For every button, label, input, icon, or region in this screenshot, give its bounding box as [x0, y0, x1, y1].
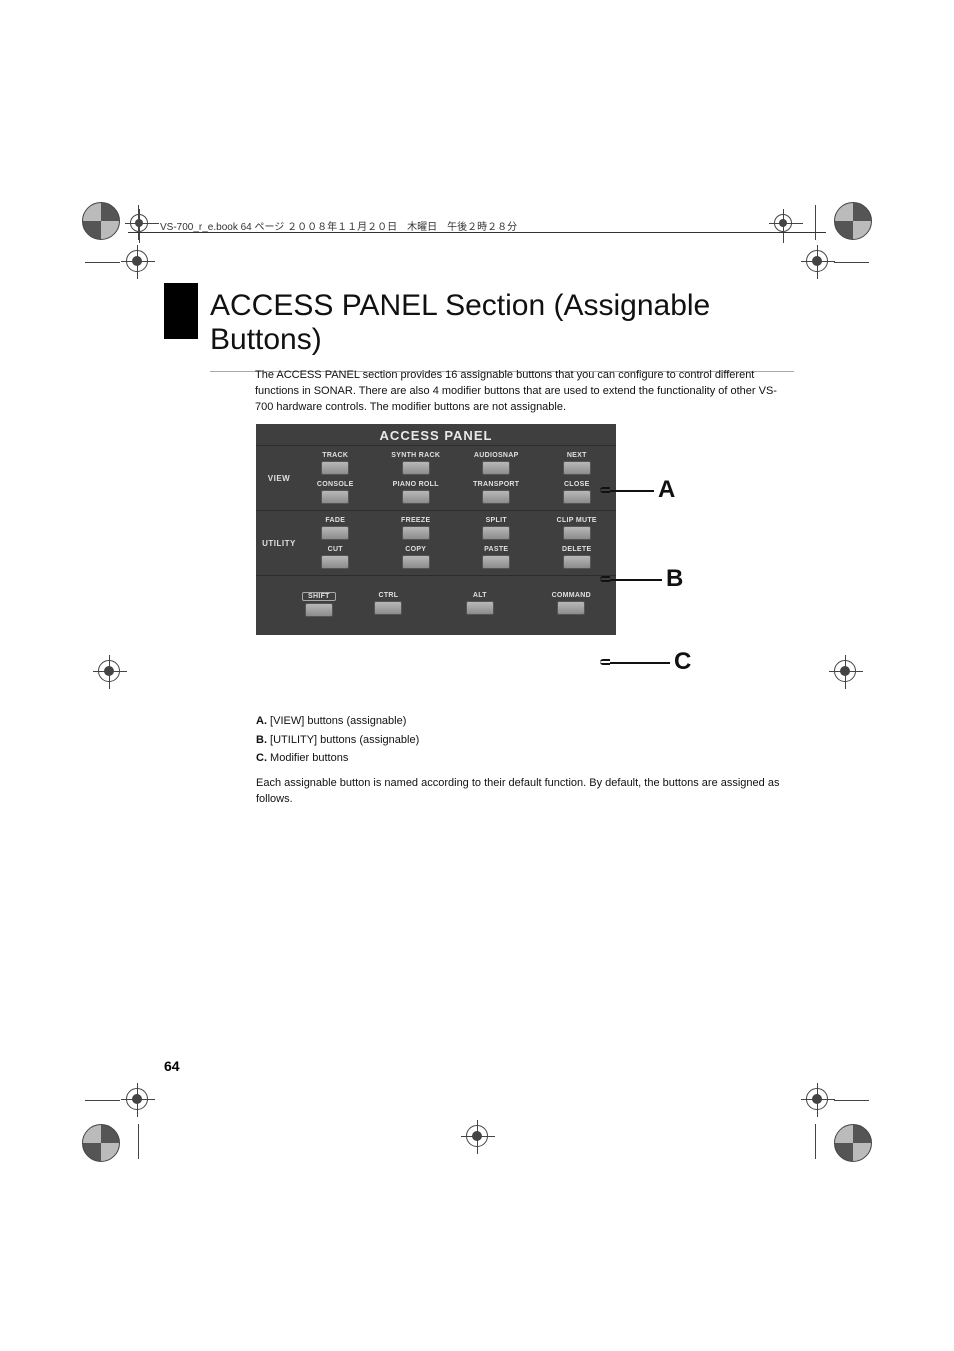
panel-section-view: VIEW TRACK SYNTH RACK AUDIOSNAP NEXT CON…: [256, 446, 616, 511]
btn-label-freeze: FREEZE: [401, 517, 430, 524]
btn-label-paste: PASTE: [484, 546, 508, 553]
intro-paragraph: The ACCESS PANEL section provides 16 ass…: [255, 368, 784, 416]
crop-mark-bl: [82, 1124, 120, 1162]
btn-label-close: CLOSE: [564, 481, 590, 488]
mod-label-ctrl: CTRL: [374, 592, 404, 599]
btn-label-fade: FADE: [325, 517, 345, 524]
callout-arrow-a: [600, 487, 610, 493]
reg-mark-bl2: [126, 1088, 148, 1110]
trim-line: [834, 1100, 869, 1101]
trim-line: [815, 1124, 816, 1159]
section-label-utility: UTILITY: [256, 517, 302, 569]
console-button[interactable]: [321, 490, 349, 504]
fade-button[interactable]: [321, 526, 349, 540]
btn-label-clip-mute: CLIP MUTE: [557, 517, 597, 524]
paste-button[interactable]: [482, 555, 510, 569]
callout-line-a: [610, 490, 654, 492]
reg-mark-tr3: [774, 214, 792, 232]
transport-button[interactable]: [482, 490, 510, 504]
btn-label-split: SPLIT: [486, 517, 507, 524]
close-button[interactable]: [563, 490, 591, 504]
crop-mark-br: [834, 1124, 872, 1162]
reg-mark-tl2: [126, 250, 148, 272]
legend-block: A. [VIEW] buttons (assignable) B. [UTILI…: [256, 712, 784, 768]
btn-label-cut: CUT: [328, 546, 343, 553]
command-button[interactable]: [557, 601, 585, 615]
next-button[interactable]: [563, 461, 591, 475]
btn-label-copy: COPY: [405, 546, 426, 553]
freeze-button[interactable]: [402, 526, 430, 540]
callout-arrow-c: [600, 659, 610, 665]
clip-mute-button[interactable]: [563, 526, 591, 540]
callout-letter-b: B: [666, 565, 683, 593]
split-button[interactable]: [482, 526, 510, 540]
reg-mark-right: [834, 660, 856, 682]
btn-label-synth-rack: SYNTH RACK: [391, 452, 440, 459]
mod-label-command: COMMAND: [547, 592, 596, 599]
page-number: 64: [164, 1058, 180, 1074]
title-row: ACCESS PANEL Section (Assignable Buttons…: [210, 283, 794, 372]
audiosnap-button[interactable]: [482, 461, 510, 475]
synth-rack-button[interactable]: [402, 461, 430, 475]
tail-paragraph: Each assignable button is named accordin…: [256, 776, 784, 808]
reg-mark-header: [130, 214, 148, 232]
btn-label-delete: DELETE: [562, 546, 591, 553]
alt-button[interactable]: [466, 601, 494, 615]
header-rule: [128, 232, 826, 233]
reg-mark-br2: [806, 1088, 828, 1110]
mod-label-alt: ALT: [468, 592, 492, 599]
btn-label-console: CONSOLE: [317, 481, 354, 488]
title-ornament: [164, 283, 198, 339]
delete-button[interactable]: [563, 555, 591, 569]
panel-section-utility: UTILITY FADE FREEZE SPLIT CLIP MUTE CUT …: [256, 511, 616, 576]
btn-label-transport: TRANSPORT: [473, 481, 519, 488]
panel-title: ACCESS PANEL: [256, 424, 616, 446]
callout-letter-a: A: [658, 476, 675, 504]
trim-line: [85, 1100, 120, 1101]
shift-button[interactable]: [305, 603, 333, 617]
file-header-text: VS-700_r_e.book 64 ページ ２００８年１１月２０日 木曜日 午…: [160, 218, 517, 233]
page-title: ACCESS PANEL Section (Assignable Buttons…: [210, 283, 794, 372]
trim-line: [138, 1124, 139, 1159]
piano-roll-button[interactable]: [402, 490, 430, 504]
crop-mark-tr: [834, 202, 872, 240]
callout-line-c: [610, 662, 670, 664]
trim-line: [85, 262, 120, 263]
btn-label-track: TRACK: [322, 452, 348, 459]
callout-line-b: [610, 579, 662, 581]
legend-line-c: C. Modifier buttons: [256, 749, 784, 768]
callout-arrow-b: [600, 576, 610, 582]
section-label-view: VIEW: [256, 452, 302, 504]
reg-mark-top: [466, 1125, 488, 1147]
access-panel-figure: ACCESS PANEL VIEW TRACK SYNTH RACK AUDIO…: [256, 424, 616, 635]
legend-line-b: B. [UTILITY] buttons (assignable): [256, 731, 784, 750]
btn-label-audiosnap: AUDIOSNAP: [474, 452, 519, 459]
trim-line: [834, 262, 869, 263]
cut-button[interactable]: [321, 555, 349, 569]
reg-mark-left: [98, 660, 120, 682]
track-button[interactable]: [321, 461, 349, 475]
trim-line: [815, 205, 816, 240]
callout-letter-c: C: [674, 648, 691, 676]
panel-section-modifiers: SHIFT CTRL ALT COMMAND: [256, 576, 616, 635]
reg-mark-tr2: [806, 250, 828, 272]
btn-label-next: NEXT: [567, 452, 587, 459]
btn-label-piano-roll: PIANO ROLL: [393, 481, 439, 488]
ctrl-button[interactable]: [374, 601, 402, 615]
legend-line-a: A. [VIEW] buttons (assignable): [256, 712, 784, 731]
copy-button[interactable]: [402, 555, 430, 569]
mod-label-shift: SHIFT: [302, 592, 336, 601]
crop-mark-tl: [82, 202, 120, 240]
